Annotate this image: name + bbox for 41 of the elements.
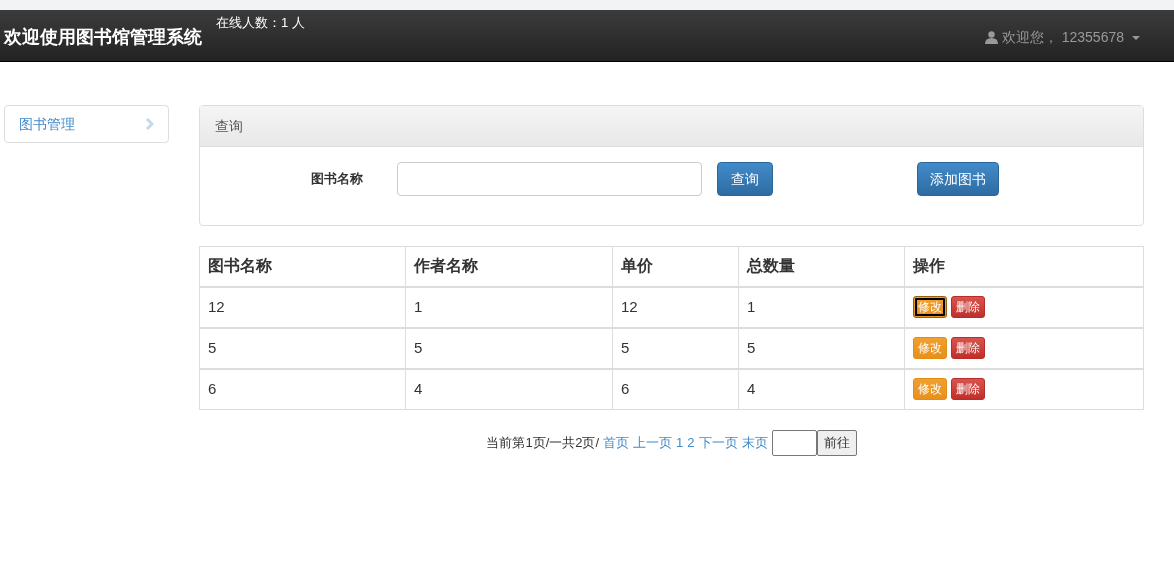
- user-menu[interactable]: 欢迎您， 12355678: [984, 27, 1140, 48]
- table-cell: 5: [405, 327, 613, 369]
- table-cell: 12: [199, 286, 406, 328]
- search-button[interactable]: 查询: [717, 162, 773, 196]
- online-count: 在线人数：1 人: [216, 14, 305, 32]
- caret-icon: [1132, 35, 1140, 40]
- edit-button[interactable]: 修改: [913, 296, 947, 318]
- table-cell: 5: [612, 327, 739, 369]
- go-button[interactable]: 前往: [816, 430, 857, 456]
- book-name-field[interactable]: [397, 162, 702, 196]
- table-cell: 5: [738, 327, 905, 369]
- table-cell: 6: [199, 368, 406, 410]
- delete-button[interactable]: 删除: [951, 337, 985, 359]
- table-cell: 6: [612, 368, 739, 410]
- column-header: 图书名称: [199, 246, 406, 287]
- field-label: 图书名称: [311, 170, 364, 189]
- user-icon: [984, 31, 998, 44]
- page-number-field[interactable]: [771, 430, 817, 456]
- table-cell: 4: [405, 368, 613, 410]
- column-header: 作者名称: [405, 246, 613, 287]
- brand-title: 欢迎使用图书馆管理系统: [4, 26, 202, 49]
- delete-button[interactable]: 删除: [951, 296, 985, 318]
- edit-button[interactable]: 修改: [913, 378, 947, 401]
- page-link[interactable]: 2: [687, 433, 695, 453]
- chevron-right-icon: [146, 118, 154, 130]
- page-link[interactable]: 末页: [741, 433, 768, 453]
- column-header: 总数量: [738, 246, 905, 287]
- edit-button[interactable]: 修改: [913, 337, 947, 359]
- add-book-button[interactable]: 添加图书: [917, 162, 999, 196]
- page-link[interactable]: 1: [676, 433, 684, 453]
- page-info: 当前第1页/一共2页/: [486, 434, 600, 453]
- page-link[interactable]: 下一页: [698, 433, 738, 453]
- table-cell: 5: [199, 327, 406, 369]
- page-link[interactable]: 上一页: [633, 433, 673, 453]
- delete-button[interactable]: 删除: [951, 378, 985, 401]
- page-link[interactable]: 首页: [603, 433, 630, 453]
- column-header: 单价: [612, 246, 739, 287]
- sidebar-item[interactable]: 图书管理: [4, 105, 169, 143]
- table-cell: 4: [738, 368, 905, 410]
- column-header: 操作: [904, 246, 1144, 287]
- panel-title: 查询: [215, 116, 243, 136]
